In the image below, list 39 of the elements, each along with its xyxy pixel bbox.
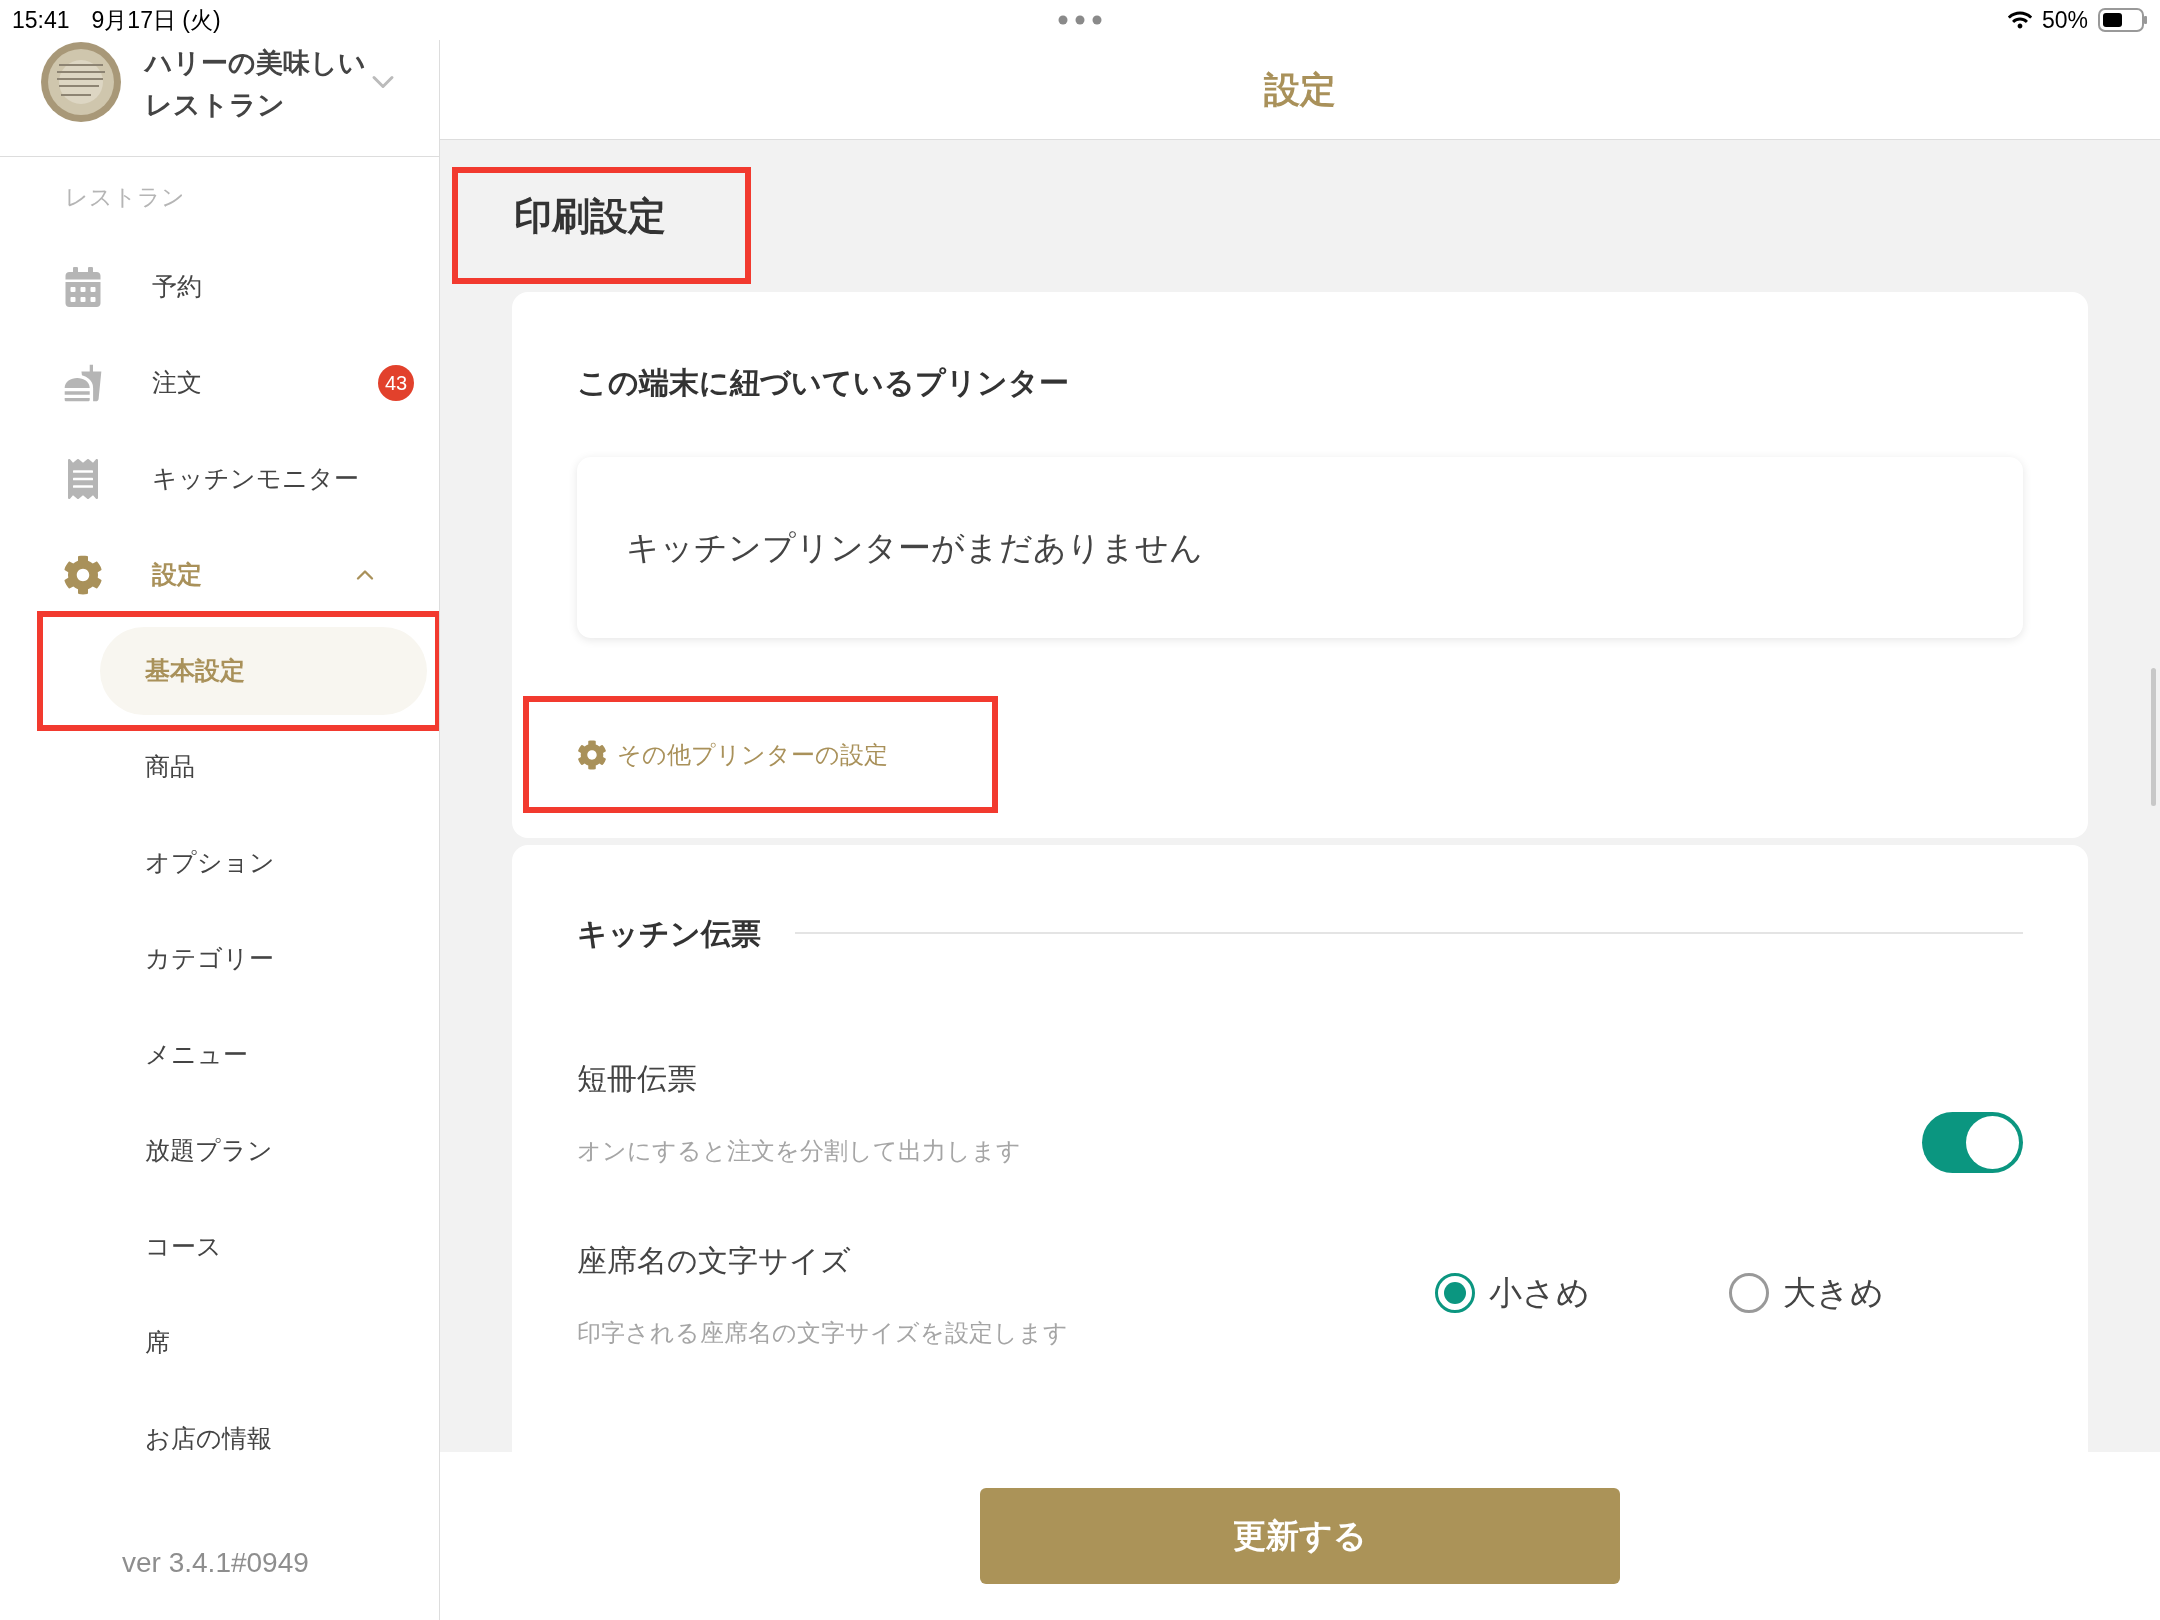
calendar-icon [63, 267, 103, 307]
sidebar-subitem[interactable]: お店の情報 [100, 1395, 427, 1483]
sidebar-item[interactable]: 注文 43 [0, 335, 439, 431]
sidebar-item[interactable]: キッチンモニター [0, 431, 439, 527]
radio-option[interactable]: 大きめ [1729, 1268, 2023, 1318]
status-time: 15:41 [12, 5, 70, 35]
radio-button[interactable] [1435, 1273, 1475, 1313]
toggle-switch[interactable] [1922, 1111, 2023, 1173]
wifi-icon [2007, 10, 2032, 30]
sidebar-item[interactable]: 予約 [0, 239, 439, 335]
version-text: ver 3.4.1#0949 [122, 1546, 309, 1580]
setting-description: 印字される座席名の文字サイズを設定します [577, 1317, 1069, 1348]
sidebar-subitem[interactable]: 放題プラン [100, 1107, 427, 1195]
settings-icon [577, 740, 607, 770]
more-dots-icon [1058, 15, 1102, 25]
page-title: 設定 [1264, 67, 1336, 112]
count-badge: 43 [378, 365, 414, 401]
drink-and-burger-icon [63, 363, 103, 403]
card-heading: この端末に紐づいているプリンター [577, 365, 1069, 401]
restaurant-name: ハリーの美味しいレストラン [145, 47, 367, 122]
section-label: レストラン [65, 182, 185, 212]
radio-button[interactable] [1729, 1273, 1769, 1313]
sidebar-subitem[interactable]: オプション [100, 819, 427, 907]
battery-percentage: 50% [2041, 5, 2088, 35]
section-title: 印刷設定 [514, 193, 666, 239]
sidebar-subitem[interactable]: 席 [100, 1299, 427, 1387]
setting-description: オンにすると注文を分割して出力します [577, 1135, 1022, 1166]
sidebar-subitem[interactable]: コース [100, 1203, 427, 1291]
sidebar-subitem[interactable]: カテゴリー [100, 915, 427, 1003]
settings-icon [63, 555, 103, 595]
setting-label: 座席名の文字サイズ [577, 1242, 852, 1279]
card-heading: キッチン伝票 [577, 915, 761, 952]
setting-label: 短冊伝票 [577, 1060, 698, 1097]
status-date: 9月17日 (火) [91, 5, 221, 35]
battery-icon [2098, 8, 2148, 32]
radio-option[interactable]: 小さめ [1435, 1268, 1729, 1318]
empty-message: キッチンプリンターがまだありません [626, 527, 1203, 568]
sidebar-subitem[interactable]: メニュー [100, 1011, 427, 1099]
sidebar-subitem[interactable]: 商品 [100, 723, 427, 811]
